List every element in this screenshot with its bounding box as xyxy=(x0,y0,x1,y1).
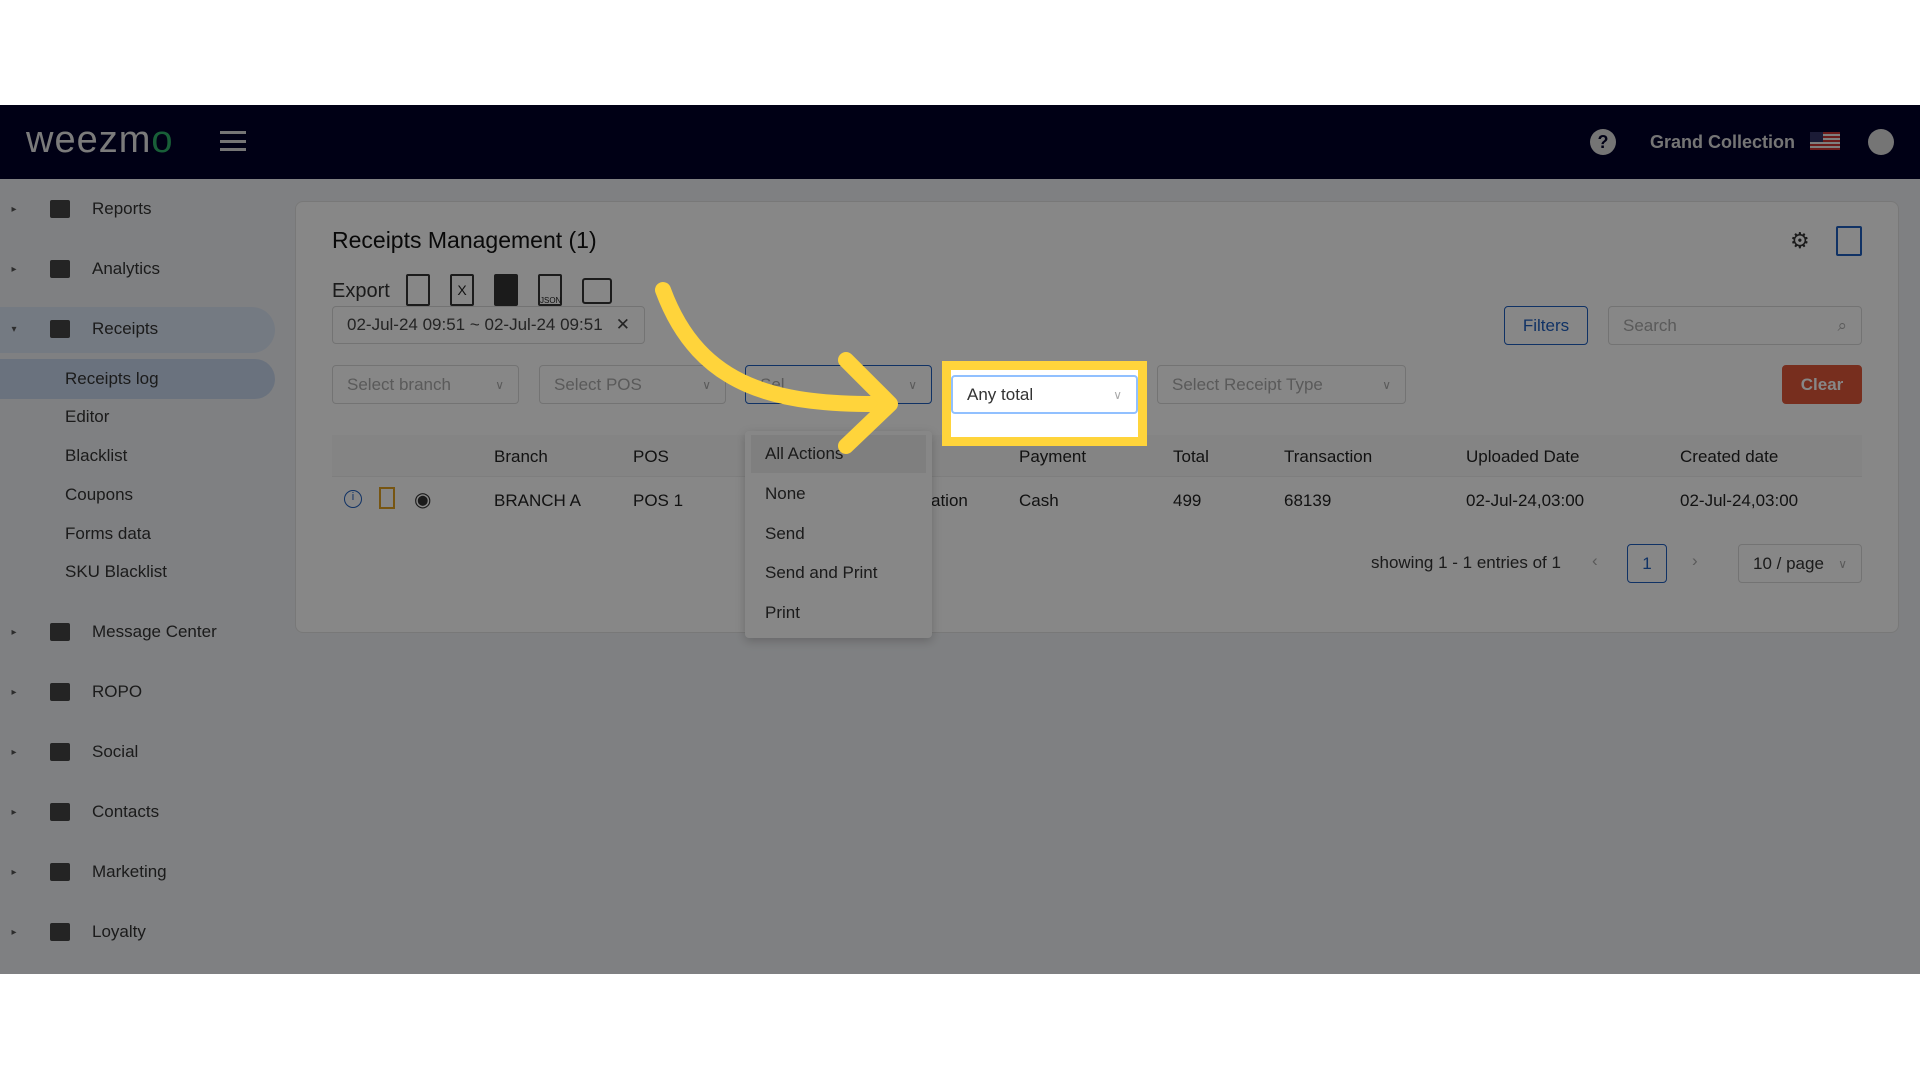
arrow-curve xyxy=(655,282,892,413)
pointer-arrow xyxy=(655,282,898,454)
